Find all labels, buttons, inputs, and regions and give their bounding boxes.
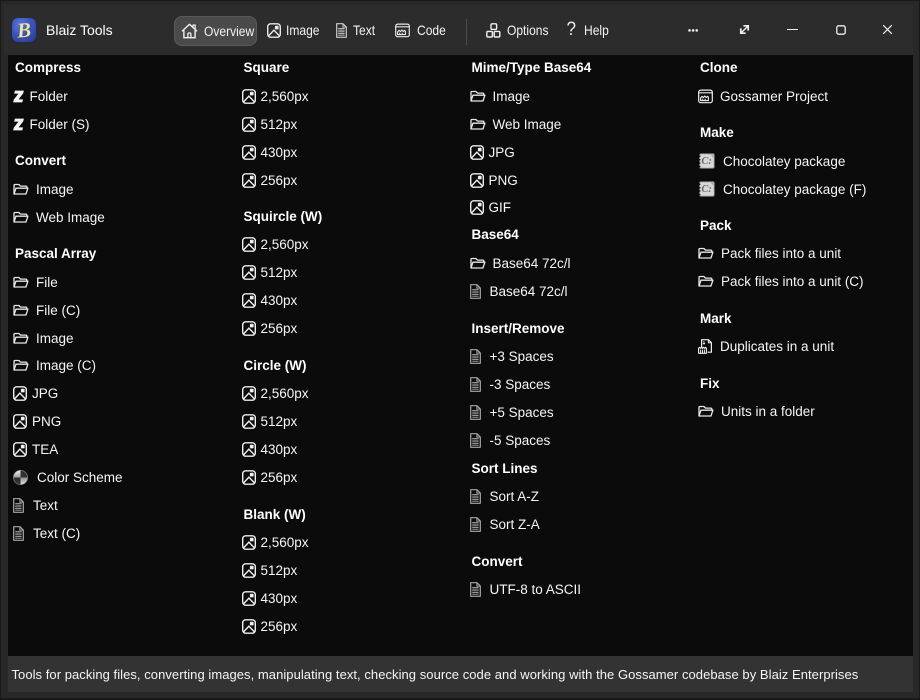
svg-text:C:: C:: [701, 156, 712, 167]
svg-text:C:: C:: [701, 184, 712, 195]
